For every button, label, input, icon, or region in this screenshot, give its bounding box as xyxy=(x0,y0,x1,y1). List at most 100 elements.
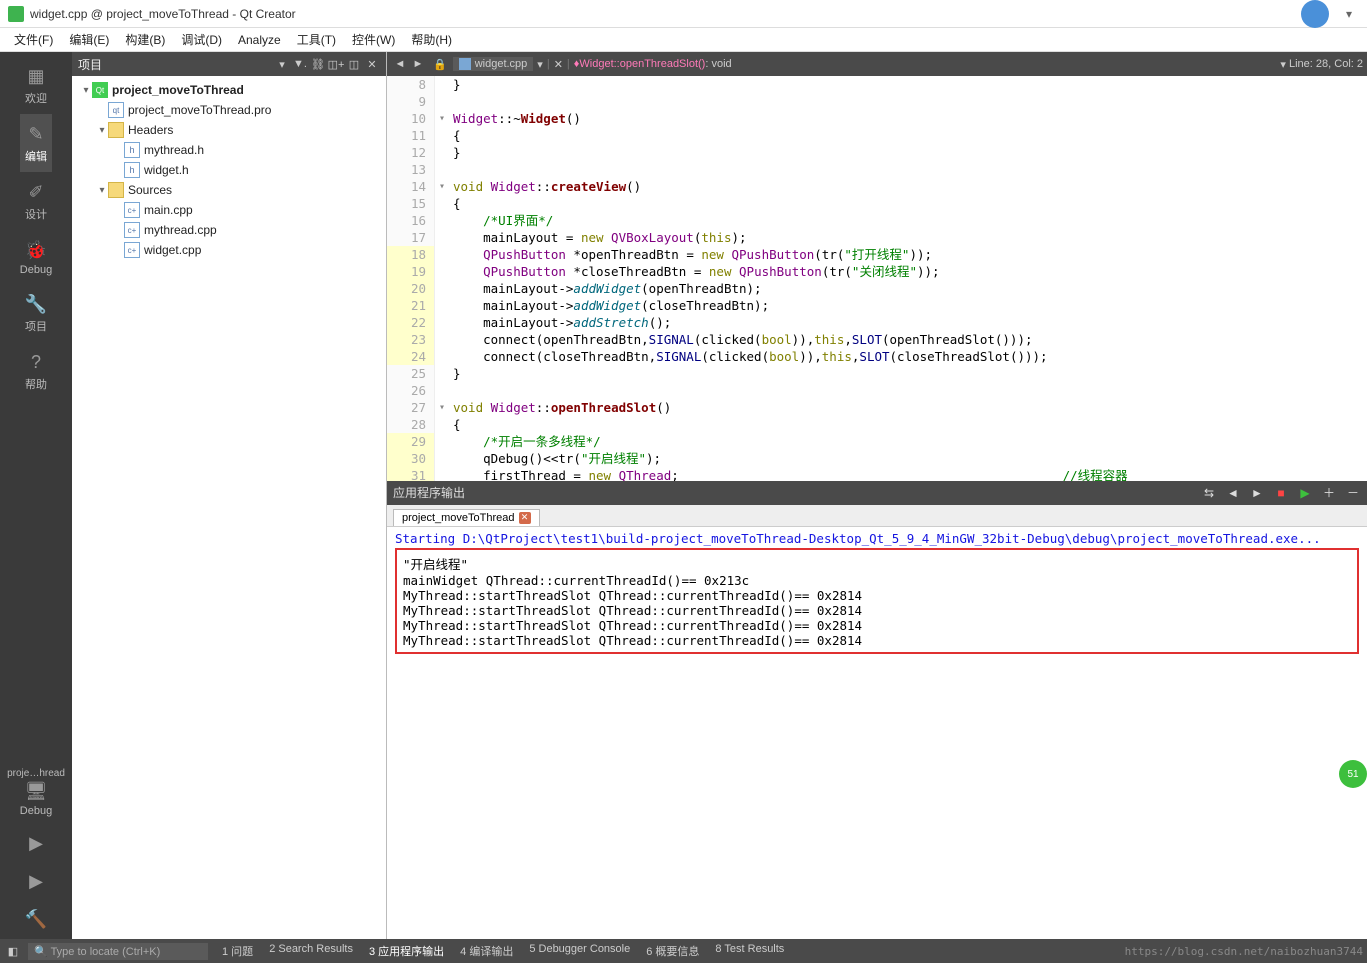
code-text[interactable]: mainLayout->addWidget(closeThreadBtn); xyxy=(449,297,1367,314)
toggle-left-icon[interactable]: ◧ xyxy=(4,945,22,958)
close-tab-icon[interactable]: ✕ xyxy=(519,512,531,524)
fold-icon[interactable] xyxy=(435,76,449,93)
file-tab[interactable]: widget.cpp xyxy=(453,57,534,71)
code-text[interactable] xyxy=(449,93,1367,110)
fold-icon[interactable] xyxy=(435,161,449,178)
line-number[interactable]: 31 xyxy=(387,467,435,481)
line-col[interactable]: Line: 28, Col: 2 xyxy=(1286,58,1363,70)
close-file-icon[interactable]: ✕ xyxy=(554,58,563,71)
tree-row[interactable]: c+main.cpp xyxy=(72,200,386,220)
code-text[interactable]: { xyxy=(449,416,1367,433)
fold-icon[interactable] xyxy=(435,93,449,110)
status-tab[interactable]: 4 编译输出 xyxy=(452,943,521,959)
prev-icon[interactable]: ◄ xyxy=(1225,485,1241,501)
build-button[interactable]: 🔨 xyxy=(0,901,72,939)
user-avatar-icon[interactable] xyxy=(1301,0,1329,28)
code-text[interactable]: QPushButton *closeThreadBtn = new QPushB… xyxy=(449,263,1367,280)
rail-item[interactable]: ✐设计 xyxy=(20,172,52,230)
code-text[interactable]: mainLayout = new QVBoxLayout(this); xyxy=(449,229,1367,246)
line-number[interactable]: 11 xyxy=(387,127,435,144)
fold-icon[interactable]: ▾ xyxy=(435,178,449,195)
run-debug-button[interactable]: ▶ xyxy=(0,863,72,901)
rail-item[interactable]: ▦欢迎 xyxy=(20,56,52,114)
line-number[interactable]: 15 xyxy=(387,195,435,212)
fold-icon[interactable] xyxy=(435,127,449,144)
tree-row[interactable]: ▾Qtproject_moveToThread xyxy=(72,80,386,100)
code-text[interactable]: } xyxy=(449,76,1367,93)
nav-back-icon[interactable]: ◄ xyxy=(391,58,409,70)
line-number[interactable]: 26 xyxy=(387,382,435,399)
code-text[interactable]: /*开启一条多线程*/ xyxy=(449,433,1367,450)
status-tab[interactable]: 5 Debugger Console xyxy=(521,943,638,959)
tree-row[interactable]: c+widget.cpp xyxy=(72,240,386,260)
tree-row[interactable]: ▾Sources xyxy=(72,180,386,200)
fold-icon[interactable] xyxy=(435,314,449,331)
caret-icon[interactable]: ▾ xyxy=(96,125,108,136)
nav-fwd-icon[interactable]: ► xyxy=(409,58,427,70)
caret-icon[interactable]: ▾ xyxy=(80,85,92,96)
line-number[interactable]: 20 xyxy=(387,280,435,297)
locator-input[interactable]: 🔍 Type to locate (Ctrl+K) xyxy=(28,943,208,960)
line-number[interactable]: 22 xyxy=(387,314,435,331)
symbol-crumb[interactable]: Widget::openThreadSlot() xyxy=(579,58,705,70)
line-number[interactable]: 29 xyxy=(387,433,435,450)
run-button[interactable]: ▶ xyxy=(0,825,72,863)
line-number[interactable]: 25 xyxy=(387,365,435,382)
attach-icon[interactable]: ⇆ xyxy=(1201,485,1217,501)
line-number[interactable]: 24 xyxy=(387,348,435,365)
tree-row[interactable]: qtproject_moveToThread.pro xyxy=(72,100,386,120)
dropdown-icon[interactable]: ▾ xyxy=(274,56,290,72)
file-dropdown-icon[interactable]: ▾ xyxy=(537,58,543,71)
line-number[interactable]: 12 xyxy=(387,144,435,161)
add-icon[interactable]: ＋ xyxy=(1321,485,1337,501)
stop-icon[interactable]: ■ xyxy=(1273,485,1289,501)
project-tree[interactable]: ▾Qtproject_moveToThreadqtproject_moveToT… xyxy=(72,76,386,939)
menu-item[interactable]: 帮助(H) xyxy=(403,29,460,50)
filter-icon[interactable]: ▼. xyxy=(292,56,308,72)
badge[interactable]: 51 xyxy=(1339,760,1367,788)
line-number[interactable]: 21 xyxy=(387,297,435,314)
menu-item[interactable]: 文件(F) xyxy=(6,29,61,50)
code-text[interactable]: connect(closeThreadBtn,SIGNAL(clicked(bo… xyxy=(449,348,1367,365)
code-editor[interactable]: 8}910▾Widget::~Widget()11{12}1314▾void W… xyxy=(387,76,1367,481)
code-text[interactable]: /*UI界面*/ xyxy=(449,212,1367,229)
line-number[interactable]: 16 xyxy=(387,212,435,229)
code-text[interactable]: connect(openThreadBtn,SIGNAL(clicked(boo… xyxy=(449,331,1367,348)
status-tab[interactable]: 2 Search Results xyxy=(261,943,361,959)
line-number[interactable]: 13 xyxy=(387,161,435,178)
add-split-icon[interactable]: ◫+ xyxy=(328,56,344,72)
rail-item[interactable]: ✎编辑 xyxy=(20,114,52,172)
menu-item[interactable]: Analyze xyxy=(230,31,289,49)
tree-row[interactable]: hwidget.h xyxy=(72,160,386,180)
code-text[interactable]: } xyxy=(449,144,1367,161)
kit-selector[interactable]: proje…hread 🖥 Debug xyxy=(0,760,72,825)
menu-item[interactable]: 构建(B) xyxy=(117,29,173,50)
tree-row[interactable]: c+mythread.cpp xyxy=(72,220,386,240)
line-number[interactable]: 27 xyxy=(387,399,435,416)
fold-icon[interactable] xyxy=(435,433,449,450)
code-text[interactable]: { xyxy=(449,127,1367,144)
line-number[interactable]: 8 xyxy=(387,76,435,93)
status-tab[interactable]: 6 概要信息 xyxy=(638,943,707,959)
lock-icon[interactable]: 🔒 xyxy=(433,58,447,71)
remove-icon[interactable]: － xyxy=(1345,485,1361,501)
fold-icon[interactable] xyxy=(435,212,449,229)
code-text[interactable]: { xyxy=(449,195,1367,212)
status-tab[interactable]: 3 应用程序输出 xyxy=(361,943,452,959)
code-text[interactable]: } xyxy=(449,365,1367,382)
menu-item[interactable]: 调试(D) xyxy=(173,29,230,50)
link-icon[interactable]: ⛓ xyxy=(310,56,326,72)
line-number[interactable]: 30 xyxy=(387,450,435,467)
close-panel-icon[interactable]: ✕ xyxy=(364,56,380,72)
code-text[interactable]: QPushButton *openThreadBtn = new QPushBu… xyxy=(449,246,1367,263)
tree-row[interactable]: ▾Headers xyxy=(72,120,386,140)
fold-icon[interactable] xyxy=(435,195,449,212)
split-icon[interactable]: ◫ xyxy=(346,56,362,72)
fold-icon[interactable] xyxy=(435,297,449,314)
menu-item[interactable]: 编辑(E) xyxy=(61,29,117,50)
rail-item[interactable]: 🔧项目 xyxy=(20,284,52,342)
code-text[interactable]: void Widget::createView() xyxy=(449,178,1367,195)
fold-icon[interactable] xyxy=(435,263,449,280)
status-tab[interactable]: 8 Test Results xyxy=(707,943,792,959)
fold-icon[interactable] xyxy=(435,382,449,399)
